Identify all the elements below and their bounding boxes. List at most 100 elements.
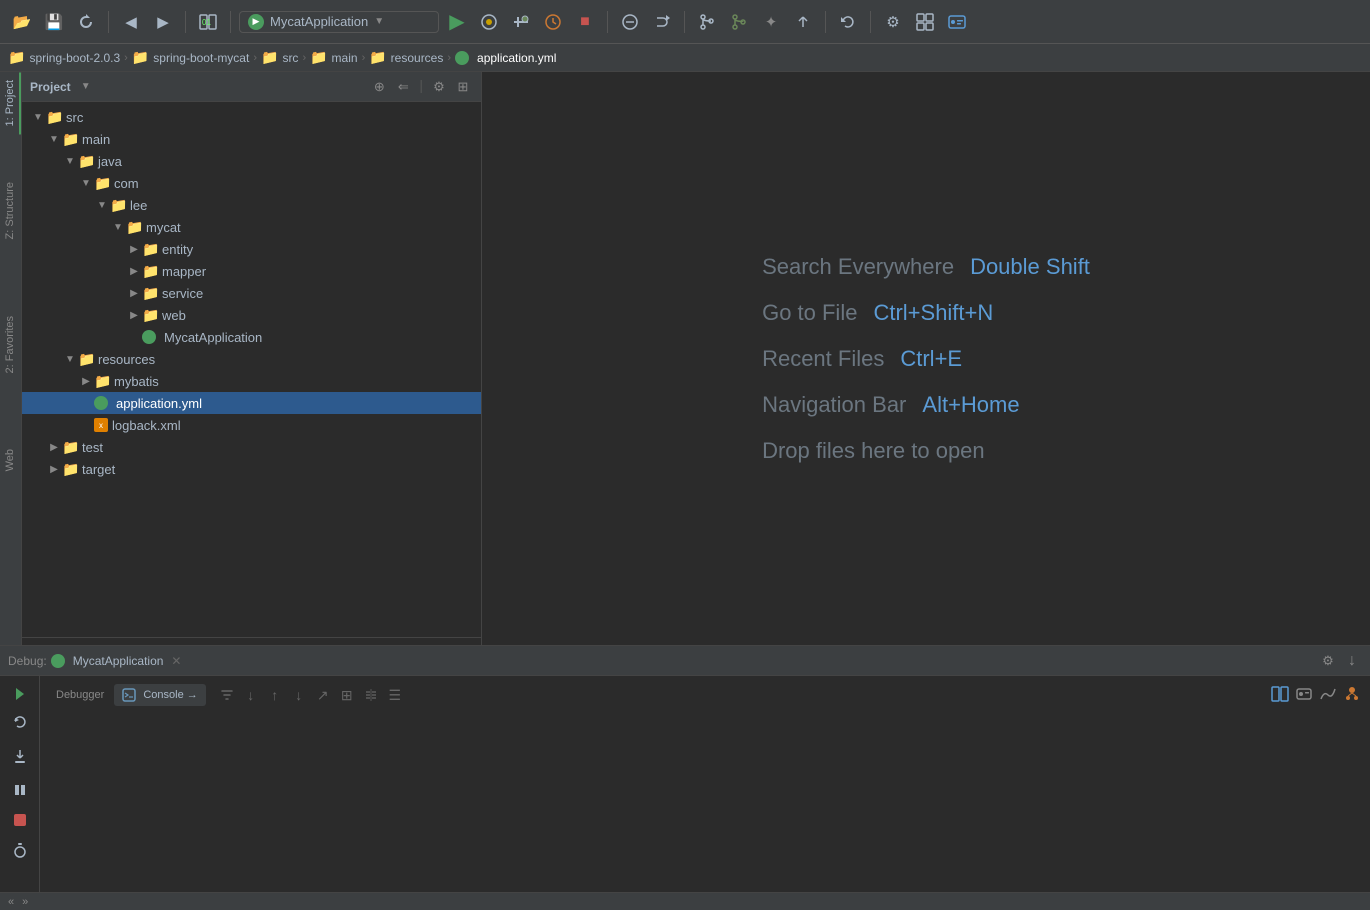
coverage-button[interactable] [507,8,535,36]
tree-item-test[interactable]: 📁 test [22,436,481,458]
tree-item-mycat[interactable]: 📁 mycat [22,216,481,238]
structure-button[interactable] [911,8,939,36]
sidebar-tabs-left: 1: Project Z: Structure 2: Favorites Web [0,72,22,645]
services-button[interactable] [943,8,971,36]
hint-recent: Recent Files Ctrl+E [762,346,1090,372]
arrow-mycat [110,219,126,235]
go-up-button[interactable]: ↑ [264,684,286,706]
dump-icon[interactable] [1342,684,1362,704]
save-button[interactable]: 💾 [40,8,68,36]
sidebar-tab-web[interactable]: Web [1,441,21,479]
tree-item-resources[interactable]: 📁 resources [22,348,481,370]
tree-item-logback[interactable]: x logback.xml [22,414,481,436]
git-ops-button[interactable] [725,8,753,36]
panel-expand-button[interactable]: ⊞ [453,77,473,97]
undo-button[interactable] [834,8,862,36]
breadcrumb-main[interactable]: 📁 main [310,49,357,66]
tree-item-web[interactable]: 📁 web [22,304,481,326]
expand-right-button[interactable]: » [22,896,28,908]
run-config-label: MycatApplication [270,14,368,29]
debug-tab-close[interactable]: ✕ [171,654,181,668]
folder-icon-lee: 📁 [110,197,126,213]
breadcrumb-yaml[interactable]: application.yml [455,51,556,65]
tree-item-java[interactable]: 📁 java [22,150,481,172]
debugger-tab[interactable]: Debugger [48,684,112,706]
stop-button[interactable]: ■ [571,8,599,36]
console-tab[interactable]: Console → [114,684,205,706]
profile-button[interactable] [539,8,567,36]
tree-item-mycatapp[interactable]: MycatApplication [22,326,481,348]
git-extra-button[interactable]: ✦ [757,8,785,36]
folder-icon-web: 📁 [142,307,158,323]
breakpoints-button[interactable] [616,8,644,36]
breadcrumb-resources[interactable]: 📁 resources [369,49,443,66]
hint-recent-label: Recent Files [762,346,884,372]
tree-item-appyml[interactable]: application.yml [22,392,481,414]
scroll-down-button[interactable]: ↓ [240,684,262,706]
git-branch-button[interactable] [693,8,721,36]
pause-debug-button[interactable] [6,776,34,804]
open-folder-button[interactable]: 📂 [8,8,36,36]
tree-item-lee[interactable]: 📁 lee [22,194,481,216]
debug-settings-button[interactable]: ⚙ [1318,651,1338,671]
tree-label-mapper: mapper [162,264,206,279]
file-tree: 📁 src 📁 main 📁 java 📁 com [22,102,481,637]
folder-icon-1: 📁 [8,49,25,66]
memory-icon[interactable] [1294,684,1314,704]
folder-icon-test: 📁 [62,439,78,455]
horizontal-scrollbar[interactable] [22,637,481,645]
expand-left-button[interactable]: « [8,896,14,908]
run-button[interactable]: ▶ [443,8,471,36]
breadcrumb-spring-boot[interactable]: 📁 spring-boot-2.0.3 [8,49,120,66]
panel-header-icons: ⊕ ⇐ | ⚙ ⊞ [369,77,473,97]
sidebar-tab-favorites[interactable]: 2: Favorites [1,308,21,381]
tree-item-mybatis[interactable]: 📁 mybatis [22,370,481,392]
tree-item-entity[interactable]: 📁 entity [22,238,481,260]
locate-file-button[interactable]: ⊕ [369,77,389,97]
push-button[interactable] [789,8,817,36]
tree-item-src[interactable]: 📁 src [22,106,481,128]
run-config-selector[interactable]: ▶ MycatApplication ▼ [239,11,439,33]
tree-item-com[interactable]: 📁 com [22,172,481,194]
go-down-button[interactable]: ↓ [288,684,310,706]
show-diff-button[interactable] [360,684,382,706]
step-over-debug-button[interactable] [6,710,34,738]
toggle-button[interactable]: 01 [194,8,222,36]
filter-console-button[interactable] [216,684,238,706]
settings-console-button[interactable]: ☰ [384,684,406,706]
view-breakpoints-button[interactable] [6,836,34,864]
tree-item-target[interactable]: 📁 target [22,458,481,480]
yaml-file-icon [94,396,108,410]
tree-label-mybatis: mybatis [114,374,159,389]
back-button[interactable]: ◀ [117,8,145,36]
breadcrumb-src[interactable]: 📁 src [261,49,298,66]
arrow-entity [126,241,142,257]
copy-button[interactable]: ⊞ [336,684,358,706]
hint-drop: Drop files here to open [762,438,1090,464]
run-config-dropdown-icon: ▼ [374,16,384,27]
forward-button[interactable]: ▶ [149,8,177,36]
breadcrumb-mycat[interactable]: 📁 spring-boot-mycat [132,49,249,66]
tree-item-service[interactable]: 📁 service [22,282,481,304]
tree-item-main[interactable]: 📁 main [22,128,481,150]
sync-button[interactable] [72,8,100,36]
debug-pin-button[interactable]: ↓ [1342,651,1362,671]
settings-button[interactable]: ⚙ [879,8,907,36]
svg-text:01: 01 [202,18,211,27]
project-panel-header: Project ▼ ⊕ ⇐ | ⚙ ⊞ [22,72,481,102]
debug-app-name: MycatApplication [73,654,164,668]
step-over-button[interactable] [648,8,676,36]
pin-console-button[interactable]: ↗ [312,684,334,706]
stop-debug-button[interactable] [6,806,34,834]
profile-icon[interactable] [1318,684,1338,704]
collapse-all-button[interactable]: ⇐ [393,77,413,97]
threads-icon[interactable] [1270,684,1290,704]
tree-label-java: java [98,154,122,169]
sidebar-tab-structure[interactable]: Z: Structure [1,174,21,247]
debug-button[interactable] [475,8,503,36]
panel-settings-button[interactable]: ⚙ [429,77,449,97]
tree-item-mapper[interactable]: 📁 mapper [22,260,481,282]
sidebar-tab-project[interactable]: 1: Project [1,72,21,134]
resume-button[interactable] [6,680,34,708]
step-into-debug-button[interactable] [6,742,34,770]
